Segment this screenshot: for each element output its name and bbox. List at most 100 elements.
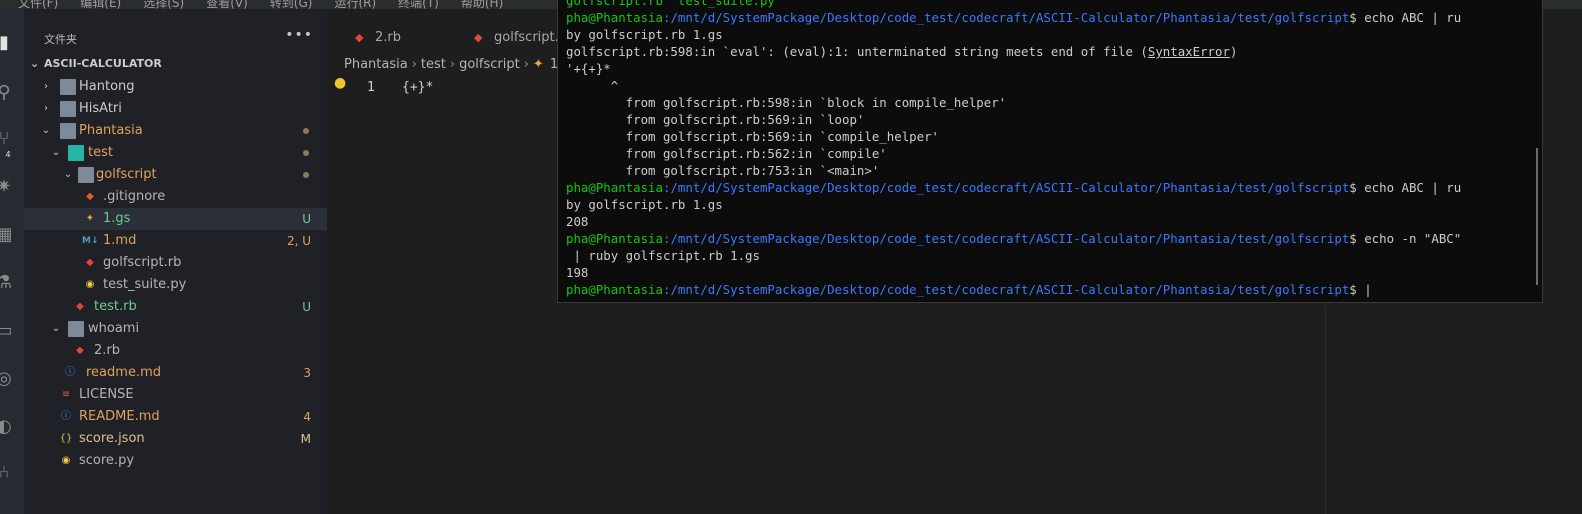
tree-item-whoami[interactable]: ⌄ whoami — [24, 318, 327, 340]
tree-item-test-rb[interactable]: ◆ test.rb U — [24, 296, 327, 318]
tab-golfscript-rb[interactable]: ◆ golfscript.rl — [474, 25, 568, 51]
folder-icon — [60, 79, 76, 95]
prompt-path: :/mnt/d/SystemPackage/Desktop/code_test/… — [662, 231, 1350, 246]
menu-selection[interactable]: 选择(S) — [143, 0, 184, 9]
account-icon[interactable]: ◐ — [0, 415, 16, 439]
menu-view[interactable]: 查看(V) — [206, 0, 248, 9]
explorer-root-folder[interactable]: ⌄ ASCII-CALCULATOR — [30, 57, 162, 70]
tree-item-hantong[interactable]: › Hantong — [24, 76, 327, 98]
tree-item-test-suite-py[interactable]: ◉ test_suite.py — [24, 274, 327, 296]
terminal-command: $ echo -n "ABC" — [1349, 231, 1462, 246]
tree-item-label: 1.gs — [103, 211, 131, 226]
tab-2-rb[interactable]: ◆ 2.rb — [355, 25, 401, 51]
prompt-user: pha@Phantasia — [566, 282, 663, 297]
menu-help[interactable]: 帮助(H) — [461, 0, 503, 9]
chevron-down-icon: ⌄ — [41, 125, 51, 136]
breadcrumb-item[interactable]: test — [421, 57, 446, 72]
tree-item-label: score.json — [79, 431, 145, 446]
testing-icon[interactable]: ⚗ — [0, 271, 16, 295]
folder-icon — [60, 101, 76, 117]
folder-open-icon — [78, 167, 94, 183]
tree-item-label: 1.md — [103, 233, 137, 248]
git-status-badge: U — [302, 212, 311, 226]
activity-bar: ▮ ⚲ ⑂ 4 ✷ ▦ ⚗ ▭ ◎ ◐ ⑃ — [0, 9, 24, 514]
tree-item-1-gs[interactable]: ✦ 1.gs U — [24, 208, 327, 230]
info-icon: ⓘ — [65, 367, 75, 378]
tree-item-2-rb[interactable]: ◆ 2.rb — [24, 340, 327, 362]
python-file-icon: ◉ — [61, 455, 71, 466]
search-icon[interactable]: ⚲ — [0, 81, 16, 105]
breadcrumb-item[interactable]: Phantasia — [344, 57, 408, 72]
menu-run[interactable]: 运行(R) — [334, 0, 376, 9]
tree-item-hisatri[interactable]: › HisAtri — [24, 98, 327, 120]
git-status-badge: U — [302, 300, 311, 314]
tree-item-label: readme.md — [86, 365, 161, 380]
terminal-line: golfscript.rb:598:in `eval': (eval):1: u… — [566, 43, 1237, 60]
tree-item-label: Phantasia — [79, 123, 143, 138]
ruby-file-icon: ◆ — [76, 301, 84, 312]
git-status-badge: M — [300, 432, 311, 446]
menu-go[interactable]: 转到(G) — [270, 0, 313, 9]
terminal-scrollbar[interactable] — [1536, 148, 1538, 285]
terminal-command: $ echo ABC | ru — [1349, 180, 1462, 195]
tree-item-1-md[interactable]: M↓ 1.md 2, U — [24, 230, 327, 252]
tree-item-gitignore[interactable]: ◆ .gitignore — [24, 186, 327, 208]
test-folder-icon — [68, 145, 84, 161]
tree-item-label: .gitignore — [103, 189, 166, 204]
code-line[interactable]: {+}* — [402, 80, 433, 95]
tree-item-label: README.md — [79, 409, 160, 424]
docker-icon[interactable]: ◎ — [0, 367, 16, 391]
tree-item-label: LICENSE — [79, 387, 134, 402]
terminal-line: by golfscript.rb 1.gs — [566, 197, 723, 212]
explorer-sidebar: 文件夹 ••• ⌄ ASCII-CALCULATOR › Hantong › Hi… — [24, 9, 327, 514]
golfscript-file-icon: ✦ — [85, 213, 95, 224]
tree-item-label: whoami — [88, 321, 140, 336]
source-control-icon[interactable]: ⑂ — [0, 127, 16, 151]
tree-item-label: HisAtri — [79, 101, 122, 116]
tree-item-label: test.rb — [94, 299, 137, 314]
breadcrumb-item[interactable]: golfscript — [459, 57, 520, 72]
tree-item-golfscript-rb[interactable]: ◆ golfscript.rb — [24, 252, 327, 274]
tree-item-score-json[interactable]: {} score.json M — [24, 428, 327, 450]
chevron-right-icon: › — [411, 57, 417, 72]
tree-item-phantasia[interactable]: ⌄ Phantasia — [24, 120, 327, 142]
line-number: 1 — [367, 80, 375, 95]
menu-edit[interactable]: 编辑(E) — [80, 0, 121, 9]
error-link[interactable]: SyntaxError — [1148, 44, 1230, 59]
terminal-prompt-line[interactable]: pha@Phantasia:/mnt/d/SystemPackage/Deskt… — [566, 281, 1372, 298]
terminal-line: from golfscript.rb:569:in `compile_helpe… — [566, 129, 939, 144]
tree-item-license[interactable]: ≡ LICENSE — [24, 384, 327, 406]
terminal-line: from golfscript.rb:598:in `block in comp… — [566, 95, 1007, 110]
more-actions-icon[interactable]: ••• — [285, 27, 313, 43]
git-status-badge: 2, U — [286, 234, 311, 248]
terminal-line: pha@Phantasia:/mnt/d/SystemPackage/Deskt… — [566, 9, 1461, 26]
files-icon[interactable]: ▮ — [0, 31, 16, 55]
problems-count-badge: 3 — [303, 366, 311, 380]
chevron-down-icon: ⌄ — [51, 323, 61, 334]
menu-file[interactable]: 文件(F) — [18, 0, 58, 9]
error-text: ) — [1229, 44, 1238, 59]
run-debug-icon[interactable]: ✷ — [0, 175, 16, 199]
golfscript-file-icon: ✦ — [532, 57, 544, 72]
markdown-icon: M↓ — [82, 236, 99, 246]
tree-item-label: golfscript.rb — [103, 255, 182, 270]
extensions-icon[interactable]: ▦ — [0, 223, 16, 247]
prompt-path: :/mnt/d/SystemPackage/Desktop/code_test/… — [662, 282, 1350, 297]
tree-item-label: 2.rb — [94, 343, 120, 358]
chevron-down-icon: ⌄ — [30, 57, 40, 70]
tree-item-readme-md[interactable]: ⓘ readme.md 3 — [24, 362, 327, 384]
remote-explorer-icon[interactable]: ▭ — [0, 319, 16, 343]
git-graph-icon[interactable]: ⑃ — [0, 461, 16, 485]
menu-terminal[interactable]: 终端(T) — [398, 0, 439, 9]
tree-item-test[interactable]: ⌄ test — [24, 142, 327, 164]
lightbulb-icon[interactable]: ● — [334, 75, 346, 91]
terminal-panel[interactable]: golfscript.rb test_suite.py pha@Phantasi… — [557, 0, 1543, 303]
tree-item-readme-root[interactable]: ⓘ README.md 4 — [24, 406, 327, 428]
tree-item-label: test — [88, 145, 113, 160]
terminal-cursor: | — [1364, 282, 1372, 297]
tree-item-golfscript[interactable]: ⌄ golfscript — [24, 164, 327, 186]
tree-item-score-py[interactable]: ◉ score.py — [24, 450, 327, 472]
python-file-icon: ◉ — [85, 279, 95, 290]
modified-dot-icon — [303, 150, 309, 156]
tree-item-label: test_suite.py — [103, 277, 187, 292]
